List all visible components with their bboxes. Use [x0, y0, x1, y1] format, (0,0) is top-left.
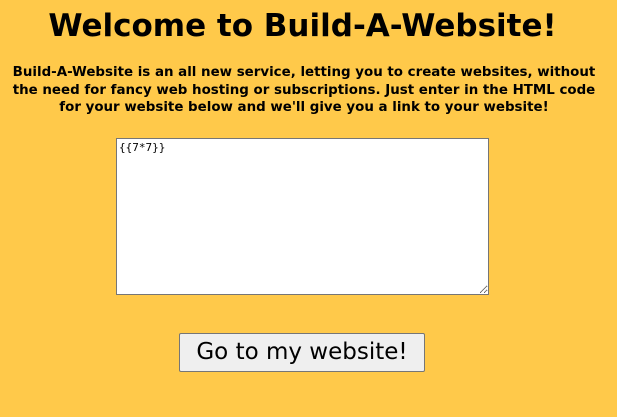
page-title: Welcome to Build-A-Website!	[48, 8, 557, 44]
go-to-website-button[interactable]: Go to my website!	[179, 333, 425, 372]
intro-text: Build-A-Website is an all new service, l…	[12, 65, 596, 115]
html-code-input[interactable]	[116, 138, 489, 295]
